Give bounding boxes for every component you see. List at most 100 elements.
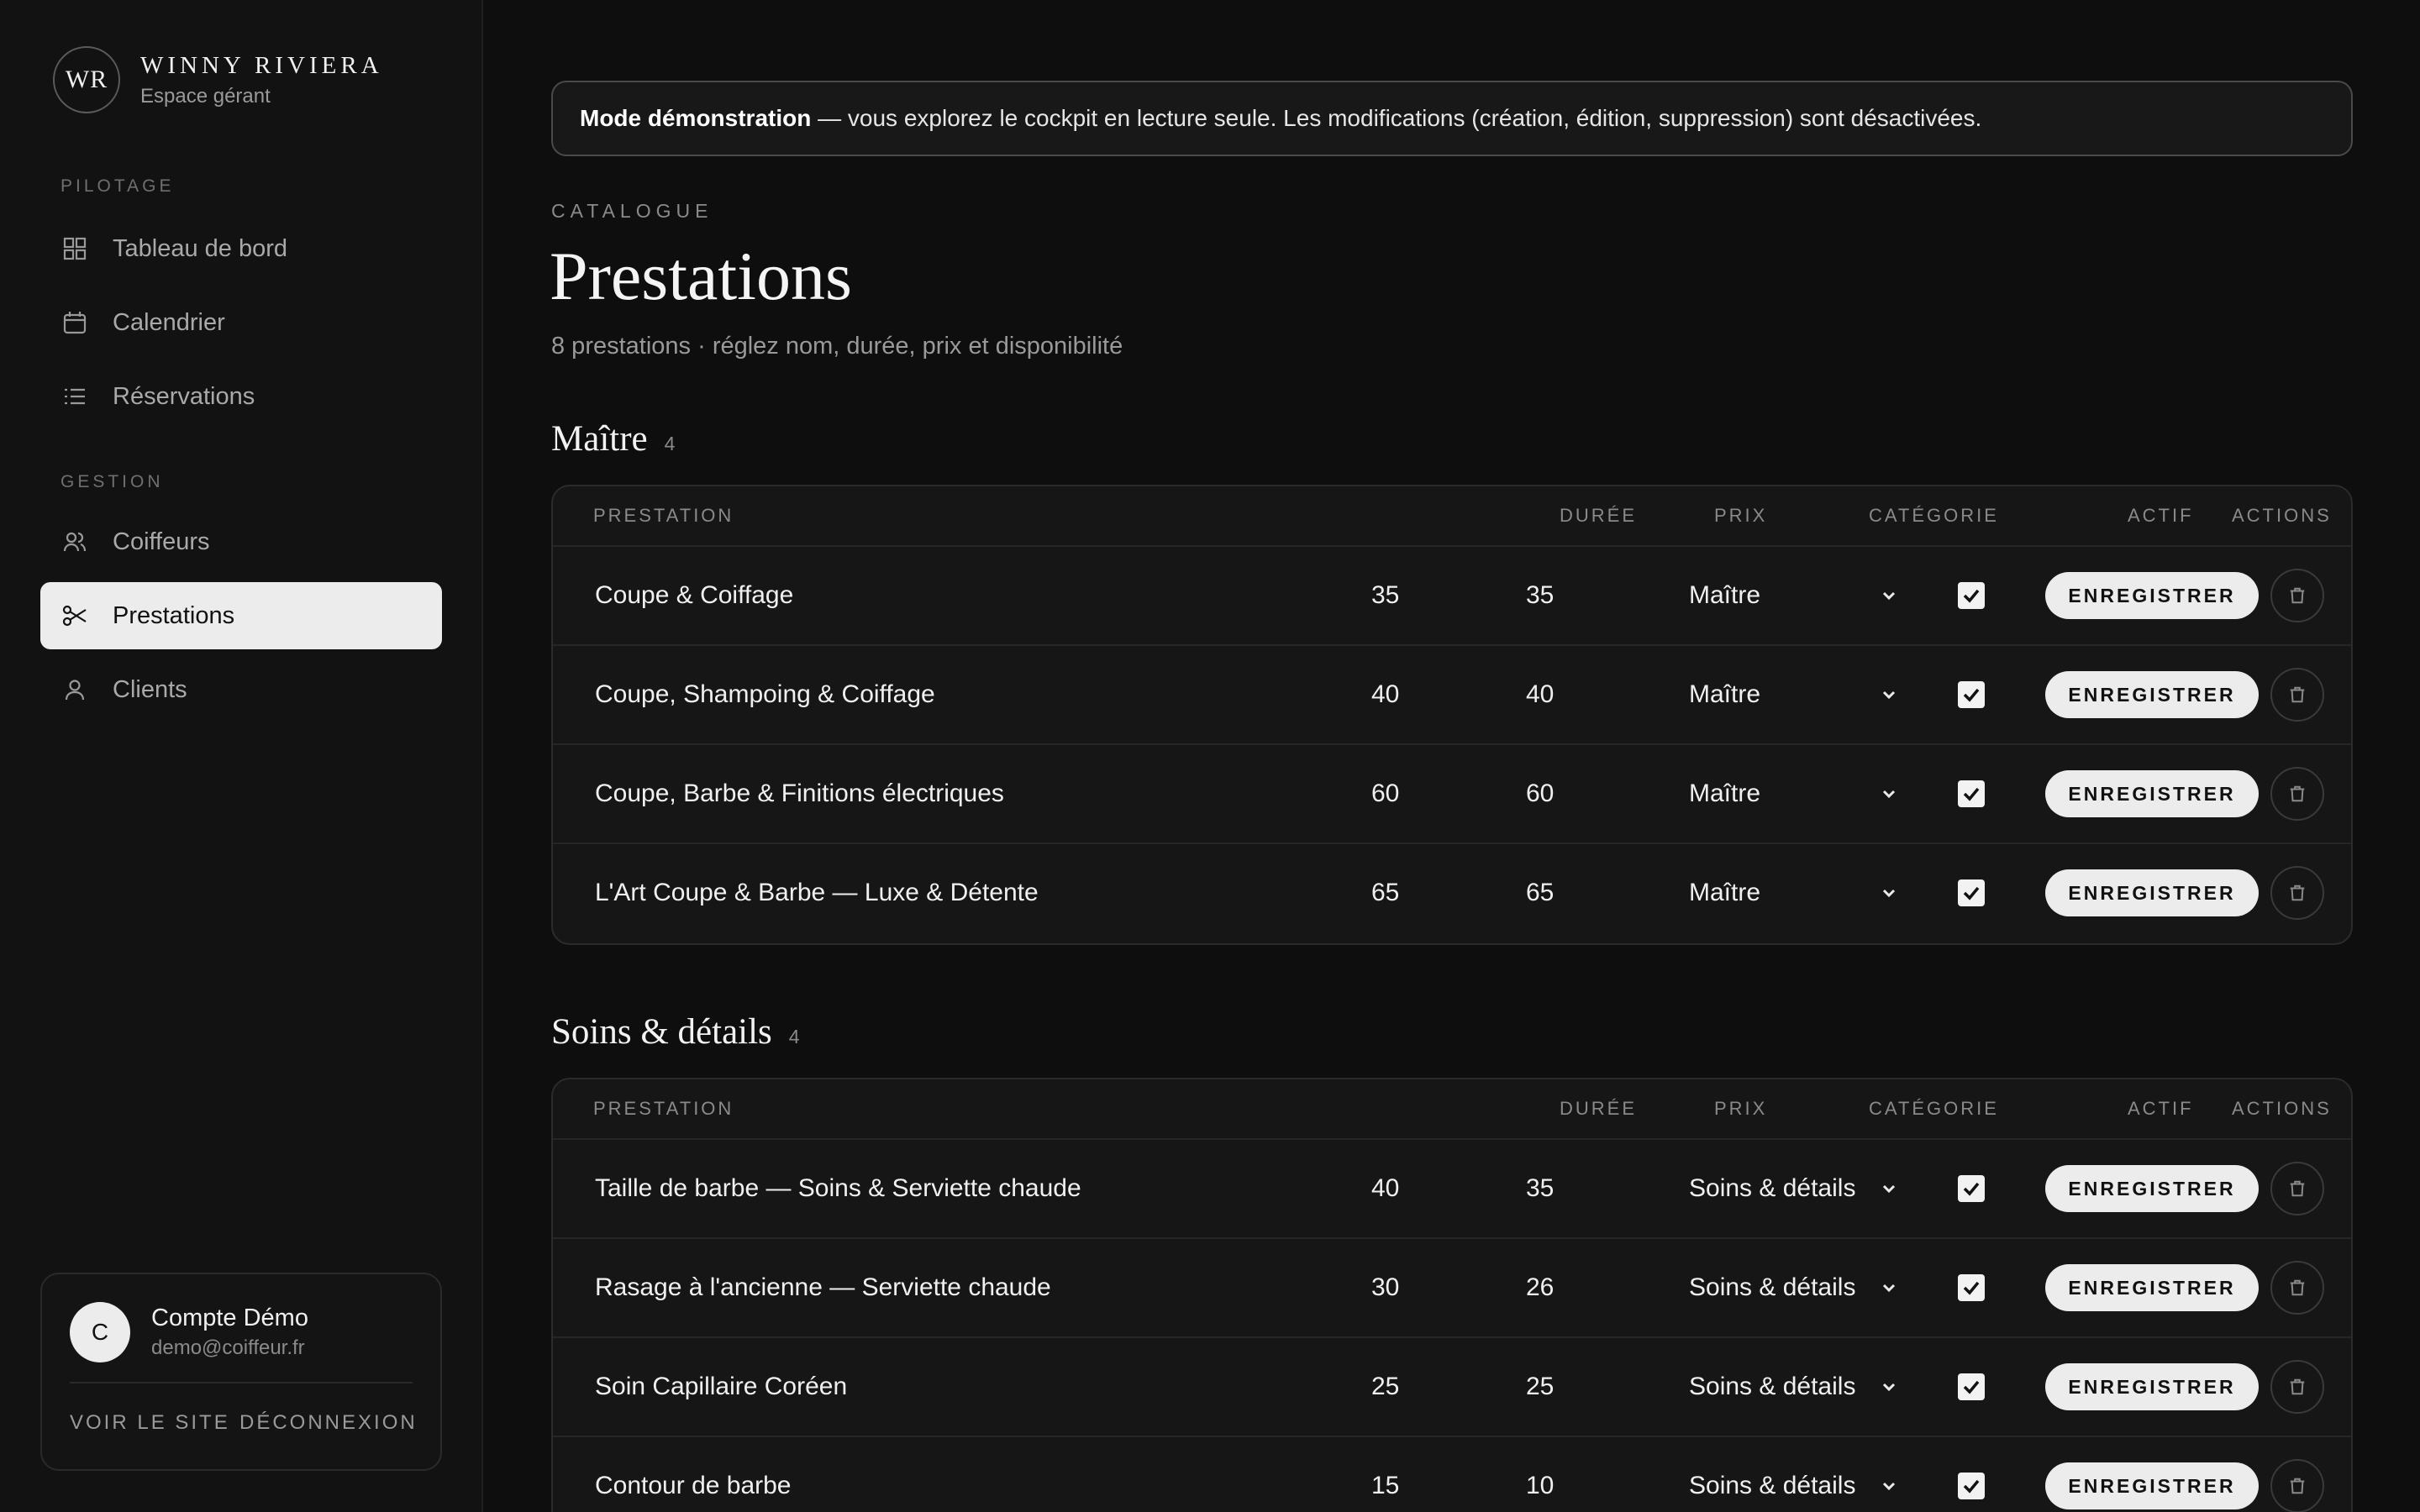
save-button[interactable]: ENREGISTRER <box>2045 1363 2259 1410</box>
save-button[interactable]: ENREGISTRER <box>2045 869 2259 916</box>
save-button[interactable]: ENREGISTRER <box>2045 1264 2259 1311</box>
table-row: Coupe, Barbe & Finitions électriques 60 … <box>553 745 2351 844</box>
price-field[interactable]: 65 <box>1526 844 1554 942</box>
column-header-price: PRIX <box>1714 1098 1768 1119</box>
delete-button[interactable] <box>2270 1261 2324 1315</box>
calendar-icon <box>62 310 87 335</box>
service-name-field[interactable]: L'Art Coupe & Barbe — Luxe & Détente <box>595 844 1039 942</box>
chevron-down-icon <box>1882 1482 1896 1491</box>
column-header-price: PRIX <box>1714 505 1768 526</box>
save-button[interactable]: ENREGISTRER <box>2045 671 2259 718</box>
active-checkbox[interactable] <box>1958 745 1985 843</box>
price-field[interactable]: 40 <box>1526 646 1554 743</box>
demo-banner-title: Mode démonstration <box>580 105 812 131</box>
active-checkbox[interactable] <box>1958 844 1985 942</box>
duration-field[interactable]: 40 <box>1371 1140 1399 1237</box>
price-field[interactable]: 10 <box>1526 1437 1554 1512</box>
category-select[interactable]: Maître <box>1689 646 1899 743</box>
category-select[interactable]: Maître <box>1689 745 1899 843</box>
checkmark-icon <box>1958 780 1985 807</box>
brand[interactable]: WR WINNY RIVIERA Espace gérant <box>53 46 383 113</box>
duration-field[interactable]: 15 <box>1371 1437 1399 1512</box>
service-name-field[interactable]: Coupe, Barbe & Finitions électriques <box>595 745 1004 843</box>
category-value: Soins & détails <box>1689 1472 1856 1499</box>
checkmark-icon <box>1958 1175 1985 1202</box>
active-checkbox[interactable] <box>1958 1338 1985 1436</box>
duration-field[interactable]: 25 <box>1371 1338 1399 1436</box>
price-field[interactable]: 35 <box>1526 547 1554 644</box>
table-row: L'Art Coupe & Barbe — Luxe & Détente 65 … <box>553 844 2351 943</box>
table-row: Contour de barbe 15 10 Soins & détails E… <box>553 1437 2351 1512</box>
sidebar-item-dashboard[interactable]: Tableau de bord <box>40 215 442 282</box>
duration-field[interactable]: 35 <box>1371 547 1399 644</box>
column-header-name: PRESTATION <box>593 1098 734 1119</box>
users-icon <box>62 529 87 554</box>
column-header-actions: ACTIONS <box>2232 505 2332 526</box>
active-checkbox[interactable] <box>1958 646 1985 743</box>
save-button[interactable]: ENREGISTRER <box>2045 770 2259 817</box>
delete-button[interactable] <box>2270 1459 2324 1512</box>
sidebar-item-calendar[interactable]: Calendrier <box>40 289 442 356</box>
category-select[interactable]: Soins & détails <box>1689 1338 1899 1436</box>
sidebar-item-reservations[interactable]: Réservations <box>40 363 442 430</box>
checkmark-icon <box>1958 681 1985 708</box>
group-title-text: Soins & détails <box>551 1012 772 1052</box>
price-field[interactable]: 25 <box>1526 1338 1554 1436</box>
table-header: PRESTATION DURÉE PRIX CATÉGORIE ACTIF AC… <box>553 1079 2351 1140</box>
category-select[interactable]: Soins & détails <box>1689 1239 1899 1336</box>
category-value: Maître <box>1689 780 1761 807</box>
delete-button[interactable] <box>2270 668 2324 722</box>
list-icon <box>62 384 87 409</box>
view-site-link[interactable]: VOIR LE SITE <box>70 1411 230 1435</box>
save-button[interactable]: ENREGISTRER <box>2045 1462 2259 1509</box>
active-checkbox[interactable] <box>1958 1140 1985 1237</box>
service-name-field[interactable]: Coupe & Coiffage <box>595 547 793 644</box>
category-select[interactable]: Soins & détails <box>1689 1140 1899 1237</box>
category-select[interactable]: Maître <box>1689 547 1899 644</box>
duration-field[interactable]: 65 <box>1371 844 1399 942</box>
duration-field[interactable]: 60 <box>1371 745 1399 843</box>
delete-button[interactable] <box>2270 1162 2324 1215</box>
delete-button[interactable] <box>2270 767 2324 821</box>
scissors-icon <box>62 603 87 628</box>
save-button[interactable]: ENREGISTRER <box>2045 1165 2259 1212</box>
checkmark-icon <box>1958 879 1985 906</box>
sidebar-item-clients[interactable]: Clients <box>40 656 442 723</box>
delete-button[interactable] <box>2270 569 2324 622</box>
sidebar-item-prestations[interactable]: Prestations <box>40 582 442 649</box>
category-select[interactable]: Soins & détails <box>1689 1437 1899 1512</box>
price-field[interactable]: 60 <box>1526 745 1554 843</box>
delete-button[interactable] <box>2270 866 2324 920</box>
active-checkbox[interactable] <box>1958 1437 1985 1512</box>
active-checkbox[interactable] <box>1958 547 1985 644</box>
price-field[interactable]: 26 <box>1526 1239 1554 1336</box>
page-eyebrow: CATALOGUE <box>551 200 713 222</box>
table-row: Rasage à l'ancienne — Serviette chaude 3… <box>553 1239 2351 1338</box>
table-header: PRESTATION DURÉE PRIX CATÉGORIE ACTIF AC… <box>553 486 2351 547</box>
logout-link[interactable]: DÉCONNEXION <box>239 1411 418 1435</box>
account-name: Compte Démo <box>151 1305 308 1331</box>
trash-icon <box>2290 686 2305 703</box>
service-name-field[interactable]: Contour de barbe <box>595 1437 792 1512</box>
group-title-maitre: Maître 4 <box>551 418 675 459</box>
save-button[interactable]: ENREGISTRER <box>2045 572 2259 619</box>
brand-subtitle: Espace gérant <box>140 84 271 108</box>
price-field[interactable]: 35 <box>1526 1140 1554 1237</box>
sidebar-item-coiffeurs[interactable]: Coiffeurs <box>40 508 442 575</box>
service-name-field[interactable]: Soin Capillaire Coréen <box>595 1338 847 1436</box>
service-name-field[interactable]: Rasage à l'ancienne — Serviette chaude <box>595 1239 1051 1336</box>
duration-field[interactable]: 40 <box>1371 646 1399 743</box>
sidebar-item-label: Réservations <box>113 382 255 410</box>
grid-icon <box>62 236 87 261</box>
demo-banner: Mode démonstration — vous explorez le co… <box>551 81 2353 156</box>
table-row: Coupe, Shampoing & Coiffage 40 40 Maître… <box>553 646 2351 745</box>
checkmark-icon <box>1958 1473 1985 1499</box>
service-name-field[interactable]: Coupe, Shampoing & Coiffage <box>595 646 935 743</box>
active-checkbox[interactable] <box>1958 1239 1985 1336</box>
delete-button[interactable] <box>2270 1360 2324 1414</box>
category-select[interactable]: Maître <box>1689 844 1899 942</box>
duration-field[interactable]: 30 <box>1371 1239 1399 1336</box>
service-name-field[interactable]: Taille de barbe — Soins & Serviette chau… <box>595 1140 1081 1237</box>
chevron-down-icon <box>1882 591 1896 601</box>
column-header-name: PRESTATION <box>593 505 734 526</box>
